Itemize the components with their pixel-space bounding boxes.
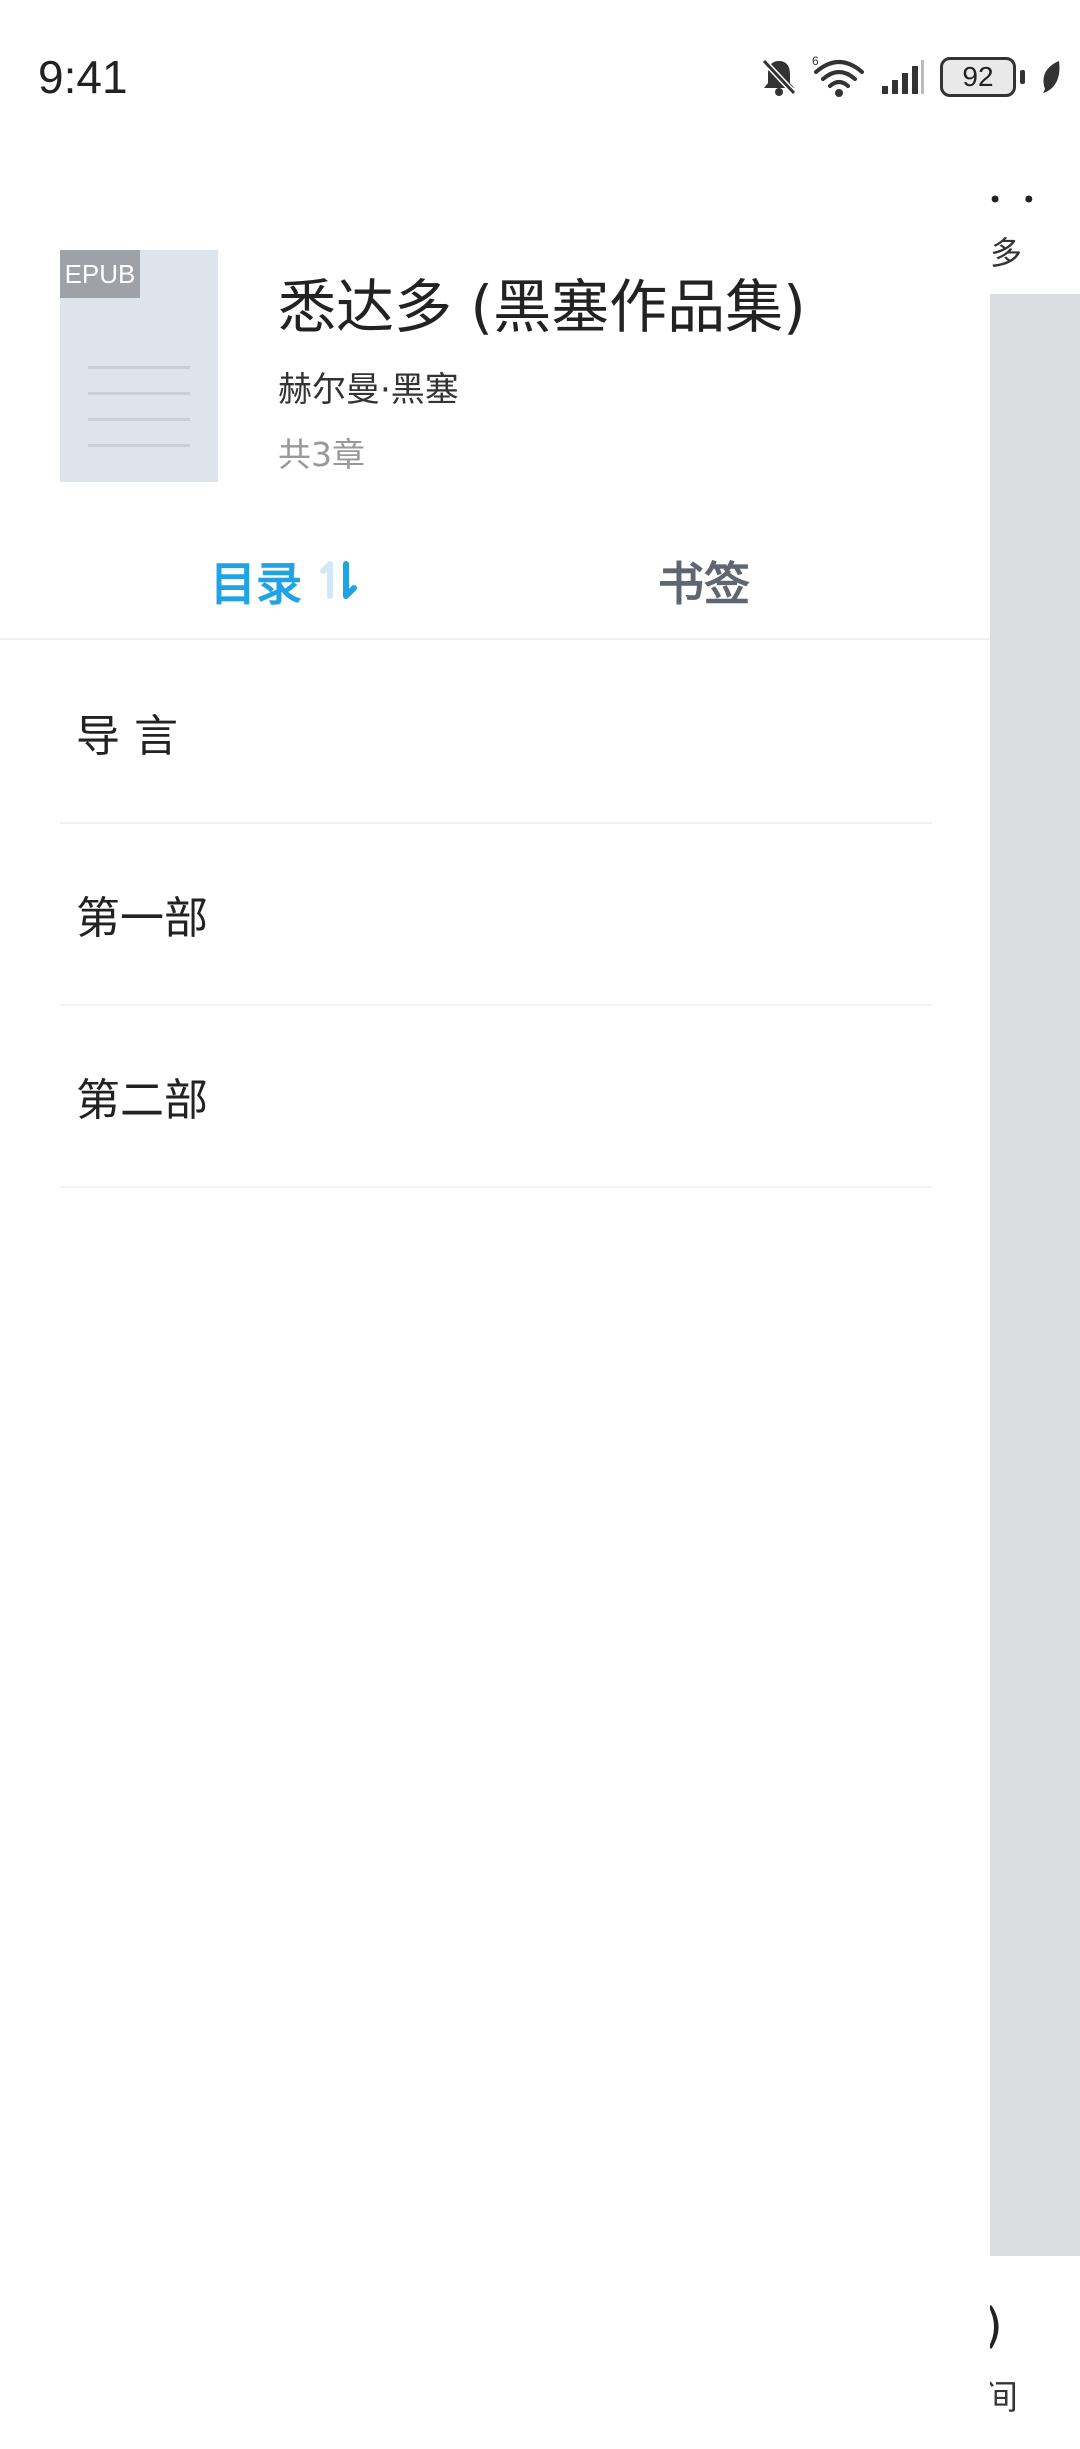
svg-text:6: 6 bbox=[812, 56, 819, 68]
book-title: 悉达多 (黑塞作品集) bbox=[278, 273, 806, 341]
tab-bookmark[interactable]: 书签 bbox=[658, 548, 750, 614]
chapter-item[interactable]: 第一部 bbox=[60, 824, 932, 1006]
cover-line bbox=[88, 366, 190, 369]
status-time: 9:41 bbox=[38, 51, 128, 103]
cover-line bbox=[88, 392, 190, 395]
tab-toc-label: 目录 bbox=[210, 557, 302, 611]
battery-icon: 92 bbox=[940, 57, 1016, 97]
cover-line bbox=[88, 444, 190, 447]
chapter-count: 共3章 bbox=[278, 435, 365, 474]
battery-nub bbox=[1020, 70, 1025, 84]
chapter-item[interactable]: 导 言 bbox=[60, 642, 932, 824]
chapter-list: 导 言 第一部 第二部 bbox=[60, 642, 932, 1188]
wifi-icon: 6 bbox=[812, 56, 864, 97]
screen: • • 多 ) 间 EPUB 悉达多 (黑塞作品集) 赫尔曼·黑塞 共3章 目录 bbox=[0, 0, 1080, 2449]
status-icons: 6 92 bbox=[760, 56, 1063, 98]
status-bar: 9:41 6 92 bbox=[0, 0, 1080, 150]
signal-icon bbox=[882, 60, 924, 94]
reader-page-title-fragment: 多 bbox=[990, 234, 1023, 272]
book-author: 赫尔曼·黑塞 bbox=[278, 370, 459, 410]
toc-drawer: EPUB 悉达多 (黑塞作品集) 赫尔曼·黑塞 共3章 目录 书签 导 言 第一… bbox=[0, 0, 990, 2449]
format-badge: EPUB bbox=[60, 250, 140, 298]
sort-order-icon[interactable] bbox=[318, 558, 360, 604]
book-cover: EPUB bbox=[60, 250, 218, 482]
chapter-item[interactable]: 第二部 bbox=[60, 1006, 932, 1188]
bell-muted-icon bbox=[761, 58, 797, 96]
leaf-icon bbox=[1043, 61, 1060, 93]
drawer-tabs: 目录 书签 bbox=[0, 530, 990, 640]
tab-toc[interactable]: 目录 bbox=[210, 548, 360, 614]
reader-page-image bbox=[990, 294, 1080, 2256]
reader-page-dots: • • bbox=[988, 186, 1042, 214]
battery-level: 92 bbox=[962, 61, 994, 92]
cover-line bbox=[88, 418, 190, 421]
